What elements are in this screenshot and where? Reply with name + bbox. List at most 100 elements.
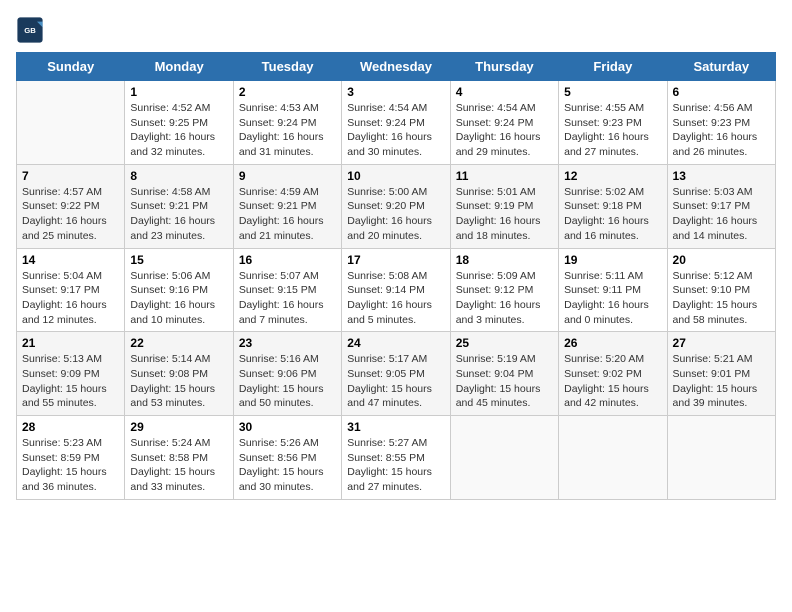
day-info: Sunrise: 5:08 AMSunset: 9:14 PMDaylight:… — [347, 269, 444, 328]
day-info: Sunrise: 5:07 AMSunset: 9:15 PMDaylight:… — [239, 269, 336, 328]
date-number: 4 — [456, 85, 553, 99]
day-info: Sunrise: 5:27 AMSunset: 8:55 PMDaylight:… — [347, 436, 444, 495]
day-info: Sunrise: 5:24 AMSunset: 8:58 PMDaylight:… — [130, 436, 227, 495]
calendar-week-4: 21 Sunrise: 5:13 AMSunset: 9:09 PMDaylig… — [17, 332, 776, 416]
date-number: 23 — [239, 336, 336, 350]
column-header-friday: Friday — [559, 53, 667, 81]
date-number: 6 — [673, 85, 770, 99]
day-info: Sunrise: 5:04 AMSunset: 9:17 PMDaylight:… — [22, 269, 119, 328]
calendar-day: 11 Sunrise: 5:01 AMSunset: 9:19 PMDaylig… — [450, 164, 558, 248]
calendar-day: 2 Sunrise: 4:53 AMSunset: 9:24 PMDayligh… — [233, 81, 341, 165]
logo-icon: GB — [16, 16, 44, 44]
date-number: 3 — [347, 85, 444, 99]
day-info: Sunrise: 4:55 AMSunset: 9:23 PMDaylight:… — [564, 101, 661, 160]
day-info: Sunrise: 5:02 AMSunset: 9:18 PMDaylight:… — [564, 185, 661, 244]
day-info: Sunrise: 4:54 AMSunset: 9:24 PMDaylight:… — [456, 101, 553, 160]
calendar-day: 17 Sunrise: 5:08 AMSunset: 9:14 PMDaylig… — [342, 248, 450, 332]
date-number: 8 — [130, 169, 227, 183]
day-info: Sunrise: 5:06 AMSunset: 9:16 PMDaylight:… — [130, 269, 227, 328]
calendar-day — [667, 416, 775, 500]
date-number: 21 — [22, 336, 119, 350]
day-info: Sunrise: 5:16 AMSunset: 9:06 PMDaylight:… — [239, 352, 336, 411]
day-info: Sunrise: 5:01 AMSunset: 9:19 PMDaylight:… — [456, 185, 553, 244]
calendar-day: 7 Sunrise: 4:57 AMSunset: 9:22 PMDayligh… — [17, 164, 125, 248]
calendar-week-3: 14 Sunrise: 5:04 AMSunset: 9:17 PMDaylig… — [17, 248, 776, 332]
date-number: 16 — [239, 253, 336, 267]
calendar-day: 9 Sunrise: 4:59 AMSunset: 9:21 PMDayligh… — [233, 164, 341, 248]
calendar-day: 4 Sunrise: 4:54 AMSunset: 9:24 PMDayligh… — [450, 81, 558, 165]
calendar-day: 5 Sunrise: 4:55 AMSunset: 9:23 PMDayligh… — [559, 81, 667, 165]
day-info: Sunrise: 5:17 AMSunset: 9:05 PMDaylight:… — [347, 352, 444, 411]
day-info: Sunrise: 5:23 AMSunset: 8:59 PMDaylight:… — [22, 436, 119, 495]
calendar-day: 3 Sunrise: 4:54 AMSunset: 9:24 PMDayligh… — [342, 81, 450, 165]
date-number: 14 — [22, 253, 119, 267]
calendar-week-1: 1 Sunrise: 4:52 AMSunset: 9:25 PMDayligh… — [17, 81, 776, 165]
column-header-saturday: Saturday — [667, 53, 775, 81]
svg-text:GB: GB — [24, 26, 36, 35]
calendar-week-5: 28 Sunrise: 5:23 AMSunset: 8:59 PMDaylig… — [17, 416, 776, 500]
calendar-day: 1 Sunrise: 4:52 AMSunset: 9:25 PMDayligh… — [125, 81, 233, 165]
day-info: Sunrise: 5:03 AMSunset: 9:17 PMDaylight:… — [673, 185, 770, 244]
calendar-day: 16 Sunrise: 5:07 AMSunset: 9:15 PMDaylig… — [233, 248, 341, 332]
calendar-day: 27 Sunrise: 5:21 AMSunset: 9:01 PMDaylig… — [667, 332, 775, 416]
calendar-body: 1 Sunrise: 4:52 AMSunset: 9:25 PMDayligh… — [17, 81, 776, 500]
logo: GB — [16, 16, 48, 44]
day-info: Sunrise: 4:53 AMSunset: 9:24 PMDaylight:… — [239, 101, 336, 160]
day-info: Sunrise: 4:59 AMSunset: 9:21 PMDaylight:… — [239, 185, 336, 244]
date-number: 17 — [347, 253, 444, 267]
day-info: Sunrise: 5:09 AMSunset: 9:12 PMDaylight:… — [456, 269, 553, 328]
calendar-day — [559, 416, 667, 500]
date-number: 31 — [347, 420, 444, 434]
calendar-day: 24 Sunrise: 5:17 AMSunset: 9:05 PMDaylig… — [342, 332, 450, 416]
page-header: GB — [16, 16, 776, 44]
column-header-sunday: Sunday — [17, 53, 125, 81]
calendar-day: 28 Sunrise: 5:23 AMSunset: 8:59 PMDaylig… — [17, 416, 125, 500]
date-number: 18 — [456, 253, 553, 267]
column-header-thursday: Thursday — [450, 53, 558, 81]
date-number: 7 — [22, 169, 119, 183]
date-number: 29 — [130, 420, 227, 434]
calendar-day: 12 Sunrise: 5:02 AMSunset: 9:18 PMDaylig… — [559, 164, 667, 248]
day-info: Sunrise: 4:54 AMSunset: 9:24 PMDaylight:… — [347, 101, 444, 160]
date-number: 22 — [130, 336, 227, 350]
column-header-monday: Monday — [125, 53, 233, 81]
day-info: Sunrise: 5:14 AMSunset: 9:08 PMDaylight:… — [130, 352, 227, 411]
calendar-week-2: 7 Sunrise: 4:57 AMSunset: 9:22 PMDayligh… — [17, 164, 776, 248]
date-number: 15 — [130, 253, 227, 267]
date-number: 20 — [673, 253, 770, 267]
day-info: Sunrise: 5:11 AMSunset: 9:11 PMDaylight:… — [564, 269, 661, 328]
date-number: 25 — [456, 336, 553, 350]
date-number: 30 — [239, 420, 336, 434]
date-number: 19 — [564, 253, 661, 267]
calendar-day: 23 Sunrise: 5:16 AMSunset: 9:06 PMDaylig… — [233, 332, 341, 416]
date-number: 24 — [347, 336, 444, 350]
day-info: Sunrise: 5:19 AMSunset: 9:04 PMDaylight:… — [456, 352, 553, 411]
date-number: 26 — [564, 336, 661, 350]
date-number: 11 — [456, 169, 553, 183]
calendar-day: 14 Sunrise: 5:04 AMSunset: 9:17 PMDaylig… — [17, 248, 125, 332]
day-info: Sunrise: 5:26 AMSunset: 8:56 PMDaylight:… — [239, 436, 336, 495]
calendar-day: 22 Sunrise: 5:14 AMSunset: 9:08 PMDaylig… — [125, 332, 233, 416]
calendar-day: 19 Sunrise: 5:11 AMSunset: 9:11 PMDaylig… — [559, 248, 667, 332]
date-number: 1 — [130, 85, 227, 99]
column-header-wednesday: Wednesday — [342, 53, 450, 81]
calendar-day: 15 Sunrise: 5:06 AMSunset: 9:16 PMDaylig… — [125, 248, 233, 332]
calendar-header-row: SundayMondayTuesdayWednesdayThursdayFrid… — [17, 53, 776, 81]
calendar-day: 13 Sunrise: 5:03 AMSunset: 9:17 PMDaylig… — [667, 164, 775, 248]
calendar-day: 8 Sunrise: 4:58 AMSunset: 9:21 PMDayligh… — [125, 164, 233, 248]
day-info: Sunrise: 4:56 AMSunset: 9:23 PMDaylight:… — [673, 101, 770, 160]
date-number: 9 — [239, 169, 336, 183]
calendar-day: 21 Sunrise: 5:13 AMSunset: 9:09 PMDaylig… — [17, 332, 125, 416]
calendar-day: 29 Sunrise: 5:24 AMSunset: 8:58 PMDaylig… — [125, 416, 233, 500]
day-info: Sunrise: 5:12 AMSunset: 9:10 PMDaylight:… — [673, 269, 770, 328]
day-info: Sunrise: 5:20 AMSunset: 9:02 PMDaylight:… — [564, 352, 661, 411]
day-info: Sunrise: 4:57 AMSunset: 9:22 PMDaylight:… — [22, 185, 119, 244]
calendar-day: 31 Sunrise: 5:27 AMSunset: 8:55 PMDaylig… — [342, 416, 450, 500]
calendar-day: 6 Sunrise: 4:56 AMSunset: 9:23 PMDayligh… — [667, 81, 775, 165]
day-info: Sunrise: 5:21 AMSunset: 9:01 PMDaylight:… — [673, 352, 770, 411]
calendar-day: 20 Sunrise: 5:12 AMSunset: 9:10 PMDaylig… — [667, 248, 775, 332]
date-number: 27 — [673, 336, 770, 350]
date-number: 5 — [564, 85, 661, 99]
date-number: 13 — [673, 169, 770, 183]
column-header-tuesday: Tuesday — [233, 53, 341, 81]
